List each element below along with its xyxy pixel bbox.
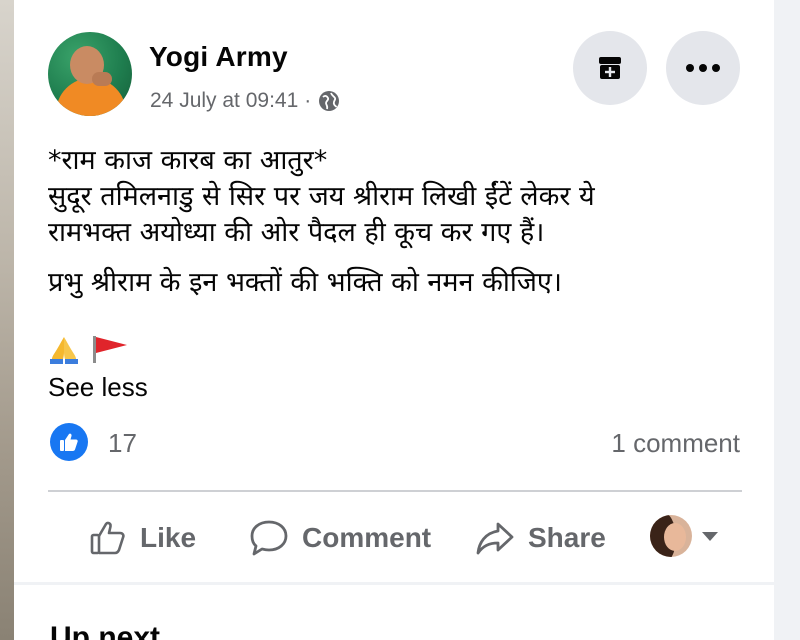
share-button[interactable]: Share — [474, 514, 606, 562]
share-label: Share — [528, 522, 606, 553]
share-arrow-icon — [476, 522, 514, 555]
meta-separator: · — [304, 89, 312, 112]
triangular-flag-emoji — [93, 336, 127, 363]
post-meta: 24 July at 09:41 · — [150, 89, 341, 113]
page-background — [774, 0, 800, 640]
up-next-heading: Up next — [50, 621, 161, 640]
more-options-button[interactable] — [666, 31, 740, 105]
thumbs-up-icon — [60, 433, 78, 451]
thumbs-up-outline-icon — [90, 521, 125, 555]
author-avatar[interactable] — [48, 32, 132, 116]
like-label: Like — [140, 522, 197, 553]
globe-icon[interactable] — [317, 89, 341, 113]
divider — [48, 490, 742, 492]
background-photo-edge — [0, 0, 14, 640]
next-section: Up next — [14, 585, 774, 640]
author-name[interactable]: Yogi Army — [149, 41, 288, 73]
post-text-line: सुदूर तमिलनाडु से सिर पर जय श्रीराम लिखी… — [48, 181, 595, 212]
see-less-link[interactable]: See less — [48, 372, 148, 403]
reaction-count[interactable]: 17 — [108, 428, 137, 459]
chevron-down-icon — [702, 531, 718, 541]
post-text-line: प्रभु श्रीराम के इन भक्तों की भक्ति को न… — [48, 267, 563, 298]
comment-label: Comment — [302, 522, 432, 553]
save-post-button[interactable] — [573, 31, 647, 105]
speech-bubble-icon — [250, 520, 288, 556]
like-reaction-icon[interactable] — [50, 423, 88, 461]
folded-hands-emoji — [50, 337, 78, 364]
archive-box-icon — [599, 57, 621, 79]
comment-count[interactable]: 1 comment — [611, 428, 740, 459]
post-text-line: *राम काज कारब का आतुर* — [48, 145, 328, 176]
post-text-line: रामभक्त अयोध्या की ओर पैदल ही कूच कर गए … — [48, 217, 545, 248]
react-as-selector[interactable] — [650, 515, 718, 557]
like-button[interactable]: Like — [88, 514, 196, 562]
ellipsis-icon — [686, 64, 720, 72]
post-card: Yogi Army 24 July at 09:41 · *राम काज का… — [14, 0, 774, 582]
comment-button[interactable]: Comment — [248, 514, 431, 562]
post-body: *राम काज कारब का आतुर* सुदूर तमिलनाडु से… — [48, 143, 748, 301]
user-avatar — [650, 515, 692, 557]
emoji-row: 🙏 🚩 — [48, 334, 130, 364]
post-timestamp[interactable]: 24 July at 09:41 — [150, 89, 298, 113]
